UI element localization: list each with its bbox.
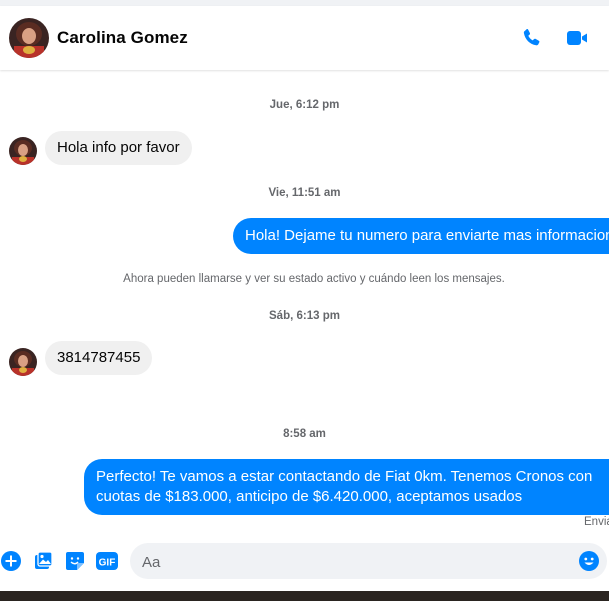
audio-call-button[interactable] [520,26,544,50]
message-avatar[interactable] [9,137,37,165]
video-camera-icon [567,31,587,45]
emoji-button[interactable] [579,551,599,571]
message-avatar[interactable] [9,348,37,376]
contact-name[interactable]: Carolina Gomez [57,28,188,48]
incoming-message[interactable]: 3814787455 [45,341,153,375]
gif-icon: GIF [96,552,118,570]
conversation-header: Carolina Gomez [0,6,609,70]
sticker-icon [66,552,84,570]
outgoing-message[interactable]: Perfecto! Te vamos a estar contactando d… [84,459,609,515]
attach-image-button[interactable] [33,551,53,571]
sticker-button[interactable] [65,551,85,571]
delivery-status: Enviado [584,516,609,528]
system-notice: Ahora pueden llamarse y ver su estado ac… [123,273,505,285]
phone-icon [523,29,540,46]
svg-text:GIF: GIF [99,558,116,569]
message-composer[interactable] [130,543,607,581]
video-call-button[interactable] [565,26,589,50]
avatar-photo [9,18,49,58]
gif-button[interactable]: GIF [96,551,118,571]
message-input[interactable] [140,543,574,581]
outgoing-message[interactable]: Hola! Dejame tu numero para enviarte mas… [233,218,609,254]
incoming-message[interactable]: Hola info por favor [45,131,192,165]
emoji-icon [579,551,599,571]
image-icon [35,551,53,569]
avatar-photo [9,348,37,376]
avatar-photo [9,137,37,165]
timestamp: 8:58 am [283,428,326,440]
more-actions-button[interactable] [1,551,21,571]
timestamp: Vie, 11:51 am [268,187,341,199]
timestamp: Jue, 6:12 pm [269,99,340,111]
taskbar-strip [0,591,609,601]
messenger-window: Carolina Gomez Jue, 6:12 pm Hola info po… [0,0,609,601]
avatar[interactable] [9,18,49,58]
plus-circle-icon [1,551,21,571]
timestamp: Sáb, 6:13 pm [269,310,340,322]
